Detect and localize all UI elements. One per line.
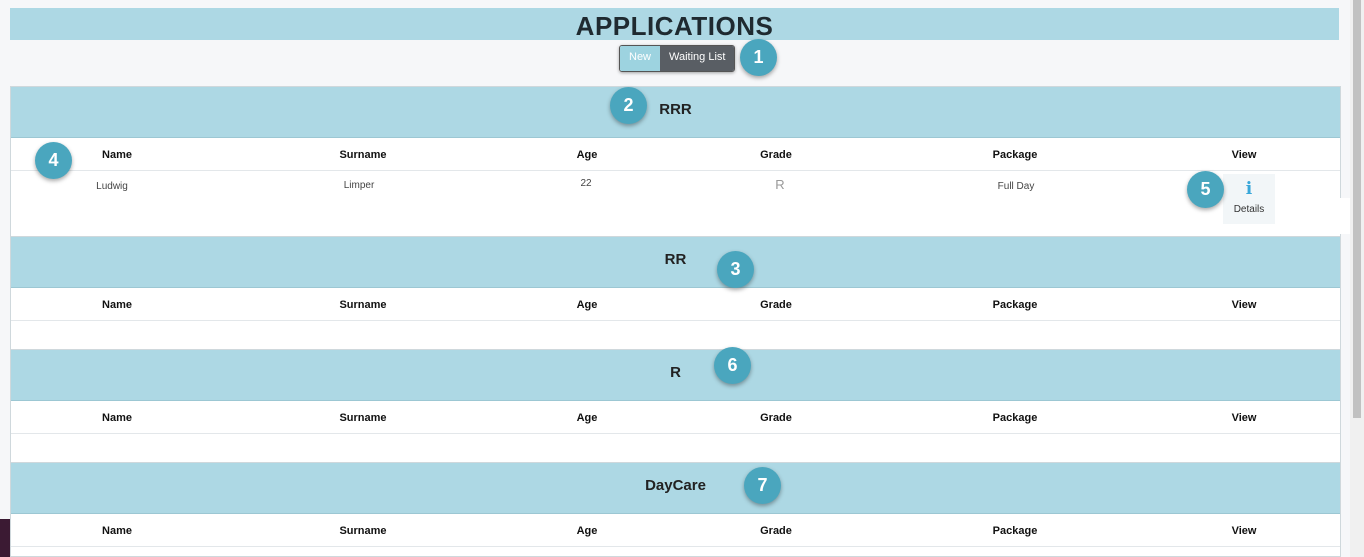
info-icon: i: [1245, 179, 1253, 199]
col-age: Age: [576, 149, 598, 161]
new-button[interactable]: New: [620, 46, 661, 71]
waiting-list-button[interactable]: Waiting List: [660, 46, 735, 71]
details-button[interactable]: i Details: [1223, 174, 1275, 224]
col-package: Package: [992, 299, 1038, 311]
col-surname: Surname: [339, 412, 387, 424]
table-header: Name Surname Age Grade Package View: [11, 401, 1340, 434]
col-age: Age: [576, 412, 598, 424]
col-grade: Grade: [760, 299, 792, 311]
col-grade: Grade: [760, 149, 792, 161]
col-name: Name: [102, 299, 132, 311]
callout-badge-6: 6: [714, 347, 751, 384]
details-label: Details: [1233, 204, 1265, 215]
col-grade: Grade: [760, 412, 792, 424]
col-package: Package: [992, 525, 1038, 537]
page-title: APPLICATIONS: [575, 11, 774, 41]
col-surname: Surname: [339, 149, 387, 161]
section-rrr: RRR Name Surname Age Grade Package View …: [10, 86, 1341, 238]
cell-package: Full Day: [997, 181, 1035, 192]
col-view: View: [1231, 149, 1257, 161]
col-package: Package: [992, 149, 1038, 161]
cell-grade: R: [775, 177, 785, 192]
callout-badge-5: 5: [1187, 171, 1224, 208]
col-name: Name: [102, 149, 132, 161]
col-name: Name: [102, 412, 132, 424]
callout-badge-1: 1: [740, 39, 777, 76]
table-row: Ludwig Limper 22 R Full Day i Details: [11, 171, 1340, 235]
view-toggle: New Waiting List: [619, 45, 736, 72]
col-view: View: [1231, 299, 1257, 311]
callout-badge-7: 7: [744, 467, 781, 504]
section-title: RR: [11, 237, 1340, 288]
table-header: Name Surname Age Grade Package View: [11, 288, 1340, 321]
col-surname: Surname: [339, 299, 387, 311]
callout-badge-4: 4: [35, 142, 72, 179]
section-rr: RR Name Surname Age Grade Package View: [10, 236, 1341, 351]
callout-badge-3: 3: [717, 251, 754, 288]
col-age: Age: [576, 525, 598, 537]
scrollbar-thumb[interactable]: [1353, 0, 1361, 418]
section-title: DayCare: [11, 463, 1340, 514]
col-package: Package: [992, 412, 1038, 424]
col-surname: Surname: [339, 525, 387, 537]
section-r: R Name Surname Age Grade Package View: [10, 349, 1341, 464]
scrollbar[interactable]: [1350, 0, 1364, 557]
col-name: Name: [102, 525, 132, 537]
cell-name: Ludwig: [96, 181, 128, 192]
cell-age: 22: [580, 178, 592, 189]
col-view: View: [1231, 412, 1257, 424]
col-view: View: [1231, 525, 1257, 537]
cell-surname: Limper: [343, 180, 375, 191]
section-title: R: [11, 350, 1340, 401]
background-edge: [0, 519, 10, 557]
col-age: Age: [576, 299, 598, 311]
callout-badge-2: 2: [610, 87, 647, 124]
section-daycare: DayCare Name Surname Age Grade Package V…: [10, 462, 1341, 557]
col-grade: Grade: [760, 525, 792, 537]
section-title: RRR: [11, 87, 1340, 138]
table-header: Name Surname Age Grade Package View: [11, 514, 1340, 547]
table-header: Name Surname Age Grade Package View: [11, 138, 1340, 171]
